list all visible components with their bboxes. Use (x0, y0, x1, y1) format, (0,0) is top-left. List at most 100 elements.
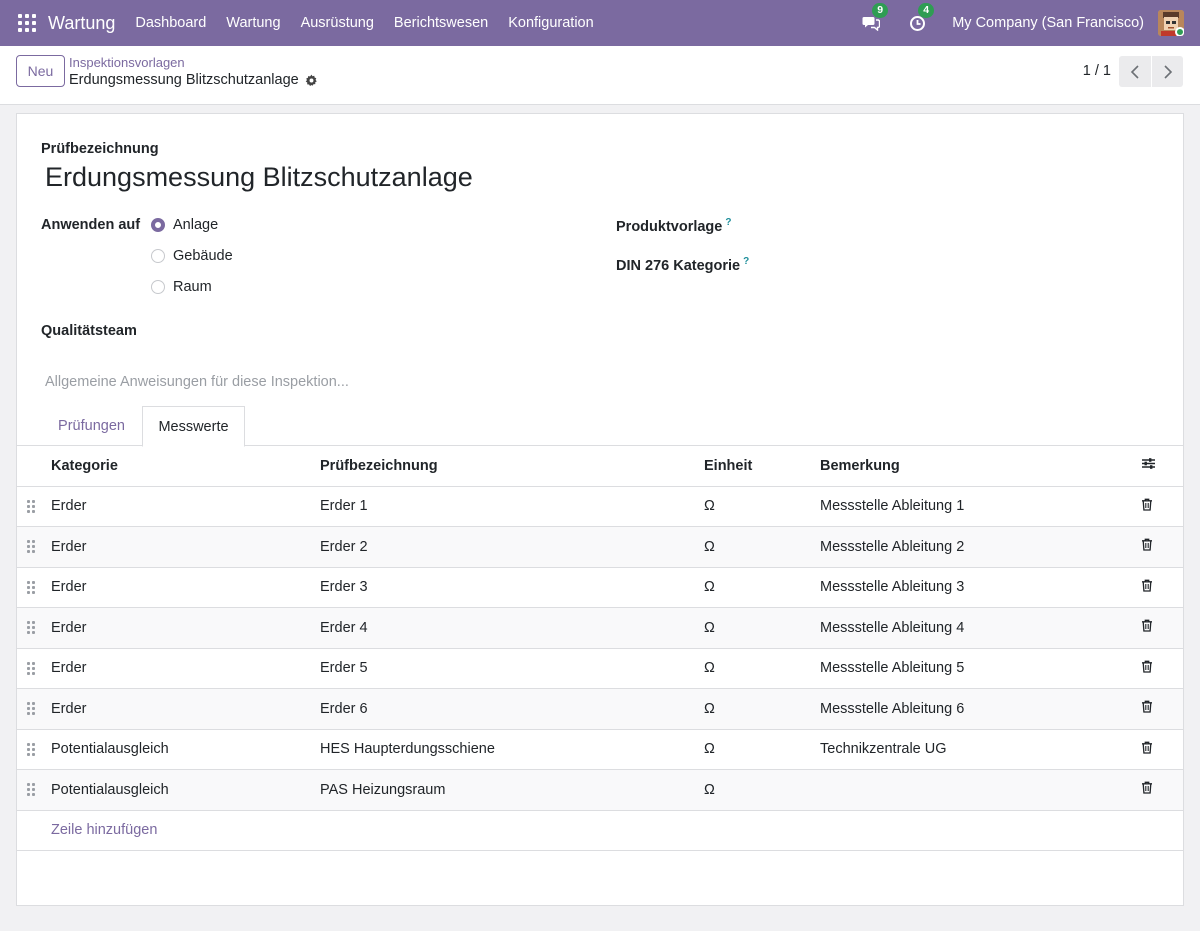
drag-handle-icon[interactable] (27, 742, 35, 756)
cell-bemerkung[interactable]: Messstelle Ableitung 4 (820, 607, 1135, 649)
cell-pruefbezeichnung[interactable]: Erder 2 (320, 526, 704, 568)
app-name[interactable]: Wartung (48, 13, 115, 34)
breadcrumb-inspection-templates[interactable]: Inspektionsvorlagen (69, 55, 185, 70)
cell-kategorie[interactable]: Erder (51, 567, 320, 608)
table-row[interactable]: Erder Erder 3 Ω Messstelle Ableitung 3 (17, 567, 1183, 608)
menu-ausruestung[interactable]: Ausrüstung (291, 15, 384, 31)
cell-kategorie[interactable]: Erder (51, 688, 320, 730)
column-header-einheit[interactable]: Einheit (704, 446, 820, 487)
drag-handle-icon[interactable] (27, 783, 35, 797)
table-row[interactable]: Erder Erder 6 Ω Messstelle Ableitung 6 (17, 688, 1183, 730)
cell-kategorie[interactable]: Erder (51, 486, 320, 527)
new-button[interactable]: Neu (16, 55, 65, 87)
drag-handle-icon[interactable] (27, 661, 35, 675)
cell-bemerkung[interactable]: Messstelle Ableitung 1 (820, 486, 1135, 527)
product-template-label-text: Produktvorlage (616, 218, 723, 235)
cell-pruefbezeichnung[interactable]: Erder 3 (320, 567, 704, 608)
cell-einheit[interactable]: Ω (704, 607, 820, 649)
cell-pruefbezeichnung[interactable]: Erder 1 (320, 486, 704, 527)
instructions-input[interactable]: Allgemeine Anweisungen für diese Inspekt… (45, 374, 349, 390)
table-row[interactable]: Potentialausgleich HES Haupterdungsschien… (17, 729, 1183, 770)
trash-icon[interactable] (1135, 781, 1153, 794)
cell-kategorie[interactable]: Potentialausgleich (51, 769, 320, 811)
cell-einheit[interactable]: Ω (704, 648, 820, 689)
column-header-pruefbezeichnung[interactable]: Prüfbezeichnung (320, 446, 704, 487)
trash-icon[interactable] (1135, 700, 1153, 713)
radio-raum[interactable]: Raum (151, 279, 212, 295)
radio-unchecked-icon (151, 280, 165, 294)
table-row[interactable]: Erder Erder 4 Ω Messstelle Ableitung 4 (17, 607, 1183, 649)
cell-bemerkung[interactable]: Messstelle Ableitung 5 (820, 648, 1135, 689)
cell-bemerkung[interactable]: Messstelle Ableitung 6 (820, 688, 1135, 730)
table-row[interactable]: Erder Erder 1 Ω Messstelle Ableitung 1 (17, 486, 1183, 527)
name-input[interactable]: Erdungsmessung Blitzschutzanlage (45, 162, 473, 193)
add-line-row: Zeile hinzufügen (17, 810, 1183, 851)
trash-icon[interactable] (1135, 498, 1153, 511)
cell-bemerkung[interactable] (820, 769, 1135, 811)
menu-berichtswesen[interactable]: Berichtswesen (384, 15, 498, 31)
trash-icon[interactable] (1135, 660, 1153, 673)
tab-pruefungen[interactable]: Prüfungen (41, 406, 142, 446)
menu-dashboard[interactable]: Dashboard (125, 15, 216, 31)
tab-messwerte[interactable]: Messwerte (142, 406, 245, 447)
form-sheet: Prüfbezeichnung Erdungsmessung Blitzschu… (16, 113, 1184, 906)
help-icon[interactable]: ? (743, 256, 749, 267)
column-settings-icon[interactable] (1135, 457, 1156, 470)
activities-button[interactable]: 4 (906, 3, 935, 34)
radio-raum-label: Raum (173, 279, 212, 295)
app-menu-icon[interactable] (18, 14, 36, 32)
radio-gebaeude[interactable]: Gebäude (151, 248, 233, 264)
cell-pruefbezeichnung[interactable]: HES Haupterdungsschiene (320, 729, 704, 770)
column-header-bemerkung[interactable]: Bemerkung (820, 446, 1135, 487)
cell-kategorie[interactable]: Erder (51, 607, 320, 649)
cell-einheit[interactable]: Ω (704, 729, 820, 770)
menu-konfiguration[interactable]: Konfiguration (498, 15, 603, 31)
pager-previous-button[interactable] (1119, 56, 1151, 87)
messages-count-badge: 9 (872, 3, 889, 18)
cell-einheit[interactable]: Ω (704, 688, 820, 730)
navbar-right: 9 4 My Company (San Francisco) (860, 0, 1200, 46)
cell-kategorie[interactable]: Erder (51, 648, 320, 689)
cell-pruefbezeichnung[interactable]: Erder 6 (320, 688, 704, 730)
trash-icon[interactable] (1135, 741, 1153, 754)
din-category-label: DIN 276 Kategorie? (616, 256, 749, 274)
cell-kategorie[interactable]: Potentialausgleich (51, 729, 320, 770)
cell-einheit[interactable]: Ω (704, 567, 820, 608)
cell-bemerkung[interactable]: Messstelle Ableitung 2 (820, 526, 1135, 568)
cell-kategorie[interactable]: Erder (51, 526, 320, 568)
online-status-dot (1175, 27, 1184, 36)
pager-next-button[interactable] (1151, 56, 1183, 87)
messages-button[interactable]: 9 (860, 3, 889, 34)
cell-bemerkung[interactable]: Messstelle Ableitung 3 (820, 567, 1135, 608)
column-header-kategorie[interactable]: Kategorie (51, 446, 320, 487)
menu-wartung[interactable]: Wartung (216, 15, 290, 31)
help-icon[interactable]: ? (725, 217, 731, 228)
radio-anlage[interactable]: Anlage (151, 217, 218, 233)
drag-handle-icon[interactable] (27, 540, 35, 554)
pager-value[interactable]: 1 / 1 (1083, 63, 1111, 79)
gear-icon[interactable] (305, 74, 318, 87)
table-row[interactable]: Erder Erder 2 Ω Messstelle Ableitung 2 (17, 526, 1183, 568)
cell-einheit[interactable]: Ω (704, 526, 820, 568)
trash-icon[interactable] (1135, 619, 1153, 632)
trash-icon[interactable] (1135, 538, 1153, 551)
company-switcher[interactable]: My Company (San Francisco) (952, 15, 1144, 31)
add-line-link[interactable]: Zeile hinzufügen (17, 810, 1183, 851)
activities-count-badge: 4 (918, 3, 935, 18)
drag-handle-icon[interactable] (27, 580, 35, 594)
table-row[interactable]: Erder Erder 5 Ω Messstelle Ableitung 5 (17, 648, 1183, 689)
table-row[interactable]: Potentialausgleich PAS Heizungsraum Ω (17, 769, 1183, 811)
apply-to-label: Anwenden auf (41, 217, 141, 233)
cell-pruefbezeichnung[interactable]: Erder 4 (320, 607, 704, 649)
trash-icon[interactable] (1135, 579, 1153, 592)
cell-pruefbezeichnung[interactable]: PAS Heizungsraum (320, 769, 704, 811)
cell-einheit[interactable]: Ω (704, 486, 820, 527)
cell-bemerkung[interactable]: Technikzentrale UG (820, 729, 1135, 770)
drag-handle-icon[interactable] (27, 499, 35, 513)
cell-pruefbezeichnung[interactable]: Erder 5 (320, 648, 704, 689)
drag-handle-icon[interactable] (27, 621, 35, 635)
name-label: Prüfbezeichnung (41, 141, 159, 157)
cell-einheit[interactable]: Ω (704, 769, 820, 811)
user-avatar[interactable] (1158, 10, 1184, 36)
drag-handle-icon[interactable] (27, 702, 35, 716)
